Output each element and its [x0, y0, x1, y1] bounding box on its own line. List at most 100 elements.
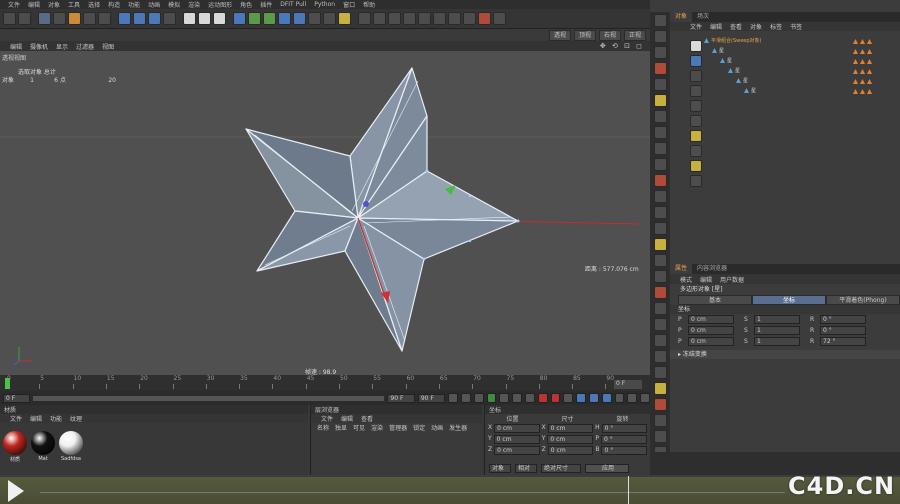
lock-icon[interactable] — [653, 398, 667, 411]
x-axis-icon[interactable] — [118, 12, 131, 25]
object-row[interactable]: 平滑组合(Sweep对象) — [704, 37, 762, 46]
coord-position-field[interactable]: 0 cm — [494, 424, 540, 433]
object-menu-item[interactable]: 书签 — [786, 22, 806, 31]
workplane-icon[interactable] — [653, 366, 667, 379]
menu-item[interactable]: 渲染 — [184, 0, 204, 9]
attribute-menu-item[interactable]: 模式 — [676, 275, 696, 284]
play-icon-large[interactable] — [8, 480, 24, 502]
menu-item[interactable]: 角色 — [236, 0, 256, 9]
phong-tag-icon[interactable] — [867, 69, 872, 74]
object-row[interactable]: 星 — [712, 47, 724, 56]
object-row[interactable]: 星 — [728, 67, 740, 76]
max-frame-field[interactable]: 90 F — [417, 393, 446, 403]
layer-menu-item[interactable]: 文件 — [317, 414, 337, 423]
go-end-icon[interactable] — [525, 393, 535, 403]
video-progress-marker[interactable] — [628, 476, 629, 504]
cube-icon[interactable] — [233, 12, 246, 25]
material-menu-item[interactable]: 功能 — [46, 414, 66, 423]
brush-icon[interactable] — [653, 190, 667, 203]
pla-key-icon[interactable] — [627, 393, 638, 403]
menu-item[interactable]: 动画 — [144, 0, 164, 9]
next-frame-icon[interactable] — [499, 393, 510, 403]
attr-position-field[interactable]: 0 cm — [688, 315, 734, 324]
coord-rotation-field[interactable]: 0 ° — [601, 435, 648, 444]
material-swatch[interactable] — [31, 431, 55, 455]
polys-icon[interactable] — [653, 334, 667, 347]
workplane-icon[interactable] — [463, 12, 476, 25]
phong-tag-icon[interactable] — [867, 79, 872, 84]
phong-tag-icon[interactable] — [867, 89, 872, 94]
sculpt-icon[interactable] — [653, 430, 667, 443]
axis-mode-icon[interactable] — [433, 12, 446, 25]
coord-system-icon[interactable] — [163, 12, 176, 25]
rotation-key-icon[interactable] — [601, 393, 612, 403]
viewport-menu-item[interactable]: 显示 — [52, 42, 72, 51]
object-tags[interactable] — [852, 67, 900, 76]
polygons-mode-icon[interactable] — [388, 12, 401, 25]
camera-icon[interactable] — [323, 12, 336, 25]
scale-key-icon[interactable] — [588, 393, 599, 403]
param-key-icon[interactable] — [614, 393, 625, 403]
layer-menu-item[interactable]: 查看 — [357, 414, 377, 423]
phong-tag-icon[interactable] — [853, 69, 858, 74]
object-tags[interactable] — [852, 77, 900, 86]
texture-icon[interactable] — [653, 414, 667, 427]
preview-range-slider[interactable] — [33, 395, 385, 401]
symmetry-icon[interactable] — [689, 100, 702, 112]
live-select-icon[interactable] — [653, 14, 667, 27]
coord-size-field[interactable]: 0 cm — [547, 446, 594, 455]
prev-frame-icon[interactable] — [473, 393, 484, 403]
object-menu-item[interactable]: 标签 — [766, 22, 786, 31]
render-settings-icon[interactable] — [213, 12, 226, 25]
attribute-menu-item[interactable]: 编辑 — [696, 275, 716, 284]
object-tags[interactable] — [852, 47, 900, 56]
coord-position-field[interactable]: 0 cm — [494, 446, 540, 455]
phong-tag-icon[interactable] — [867, 59, 872, 64]
uv-icon[interactable] — [653, 286, 667, 299]
layer-menu-item[interactable]: 编辑 — [337, 414, 357, 423]
coord-relative-select[interactable]: 相对 — [515, 464, 537, 473]
light-icon[interactable] — [338, 12, 351, 25]
menu-item[interactable]: 帮助 — [359, 0, 379, 9]
object-menu-item[interactable]: 编辑 — [706, 22, 726, 31]
boole-icon[interactable] — [689, 115, 702, 127]
texture-mode-icon[interactable] — [418, 12, 431, 25]
nurbs-icon[interactable] — [263, 12, 276, 25]
menu-item[interactable]: 模拟 — [164, 0, 184, 9]
extrude-icon[interactable] — [689, 175, 702, 187]
points-icon[interactable] — [653, 302, 667, 315]
play-icon[interactable] — [486, 393, 497, 403]
bridge-icon[interactable] — [653, 142, 667, 155]
lathe-icon[interactable] — [689, 145, 702, 157]
freeze-transform-toggle[interactable]: ▸ 冻结变换 — [670, 350, 900, 359]
weld-icon[interactable] — [653, 158, 667, 171]
attribute-menu-item[interactable]: 用户数据 — [716, 275, 748, 284]
record-key-icon[interactable] — [537, 393, 548, 403]
cloner-icon[interactable] — [689, 70, 702, 82]
menu-item[interactable]: 对象 — [44, 0, 64, 9]
phong-tag-icon[interactable] — [860, 79, 865, 84]
position-key-icon[interactable] — [576, 393, 586, 403]
video-progress-track[interactable] — [40, 492, 785, 493]
undo-icon[interactable] — [3, 12, 16, 25]
star-model[interactable] — [0, 51, 650, 375]
autokey-icon[interactable] — [550, 393, 561, 403]
scale-icon[interactable] — [653, 46, 667, 59]
snap-icon[interactable] — [448, 12, 461, 25]
enable-axis-icon[interactable] — [653, 350, 667, 363]
timeline[interactable]: 051015202530354045505560657075808590 0 F — [0, 375, 650, 391]
view-button[interactable]: 正视 — [623, 29, 646, 41]
attribute-tab[interactable]: 属性 — [670, 264, 693, 274]
record-icon[interactable] — [478, 12, 491, 25]
points-mode-icon[interactable] — [358, 12, 371, 25]
layout-icon[interactable] — [493, 12, 506, 25]
menu-item[interactable]: 构造 — [104, 0, 124, 9]
attr-rotation-field[interactable]: 72 ° — [820, 337, 866, 346]
polygon-pen-icon[interactable] — [653, 94, 667, 107]
paint-icon[interactable] — [653, 270, 667, 283]
viewport-nav-icons[interactable]: ✥ ⟲ ⊡ ◻ — [596, 42, 650, 50]
mirror-icon[interactable] — [653, 222, 667, 235]
connect-icon[interactable] — [689, 85, 702, 97]
prev-key-icon[interactable] — [461, 393, 471, 403]
array-icon[interactable] — [278, 12, 291, 25]
